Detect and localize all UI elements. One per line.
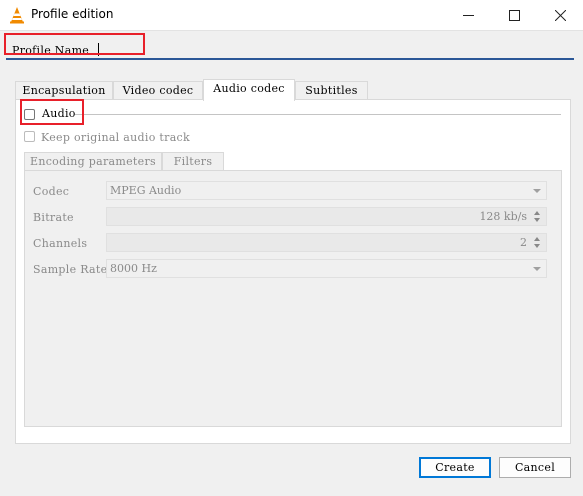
- channels-spinbox[interactable]: 2: [106, 233, 547, 252]
- codec-label: Codec: [33, 185, 70, 198]
- sample-rate-value: 8000 Hz: [110, 262, 157, 275]
- window-title: Profile edition: [31, 7, 114, 21]
- channels-label: Channels: [33, 237, 88, 250]
- keep-original-checkbox[interactable]: [24, 131, 35, 142]
- tab-label: Video codec: [122, 84, 194, 97]
- tab-encapsulation[interactable]: Encapsulation: [15, 81, 113, 100]
- tab-audio-codec[interactable]: Audio codec: [203, 79, 295, 101]
- bitrate-label: Bitrate: [33, 211, 74, 224]
- title-divider: [0, 30, 583, 31]
- audio-group-line: [75, 114, 561, 115]
- subtab-label: Filters: [173, 155, 213, 168]
- profile-name-underline: [6, 58, 574, 60]
- tab-label: Audio codec: [213, 82, 285, 95]
- chevron-down-icon: [533, 267, 541, 271]
- subtab-filters[interactable]: Filters: [162, 152, 224, 171]
- tab-label: Subtitles: [305, 84, 358, 97]
- tab-video-codec[interactable]: Video codec: [113, 81, 203, 100]
- codec-select[interactable]: MPEG Audio: [106, 181, 547, 200]
- subtab-label: Encoding parameters: [30, 155, 156, 168]
- channels-value: 2: [520, 236, 527, 249]
- cancel-button[interactable]: Cancel: [499, 457, 571, 478]
- title-bar: Profile edition: [0, 0, 583, 30]
- sample-rate-label: Sample Rate: [33, 263, 108, 276]
- close-button[interactable]: [537, 0, 583, 30]
- subtab-encoding-parameters[interactable]: Encoding parameters: [24, 152, 162, 171]
- maximize-button[interactable]: [491, 0, 537, 30]
- create-button[interactable]: Create: [419, 457, 491, 478]
- annotation-highlight-profile: [4, 33, 145, 55]
- codec-value: MPEG Audio: [110, 184, 182, 197]
- spin-arrows-icon[interactable]: [532, 209, 544, 224]
- sample-rate-select[interactable]: 8000 Hz: [106, 259, 547, 278]
- minimize-button[interactable]: [445, 0, 491, 30]
- bitrate-spinbox[interactable]: 128 kb/s: [106, 207, 547, 226]
- minimize-icon: [462, 14, 474, 16]
- chevron-down-icon: [533, 189, 541, 193]
- tab-label: Encapsulation: [22, 84, 106, 97]
- vlc-cone-icon: [10, 7, 24, 24]
- tab-subtitles[interactable]: Subtitles: [295, 81, 368, 100]
- annotation-highlight-audio: [20, 99, 84, 125]
- maximize-icon: [508, 9, 520, 21]
- keep-original-label: Keep original audio track: [41, 131, 190, 144]
- bitrate-value: 128 kb/s: [479, 210, 527, 223]
- spin-arrows-icon[interactable]: [532, 235, 544, 250]
- close-icon: [554, 9, 566, 21]
